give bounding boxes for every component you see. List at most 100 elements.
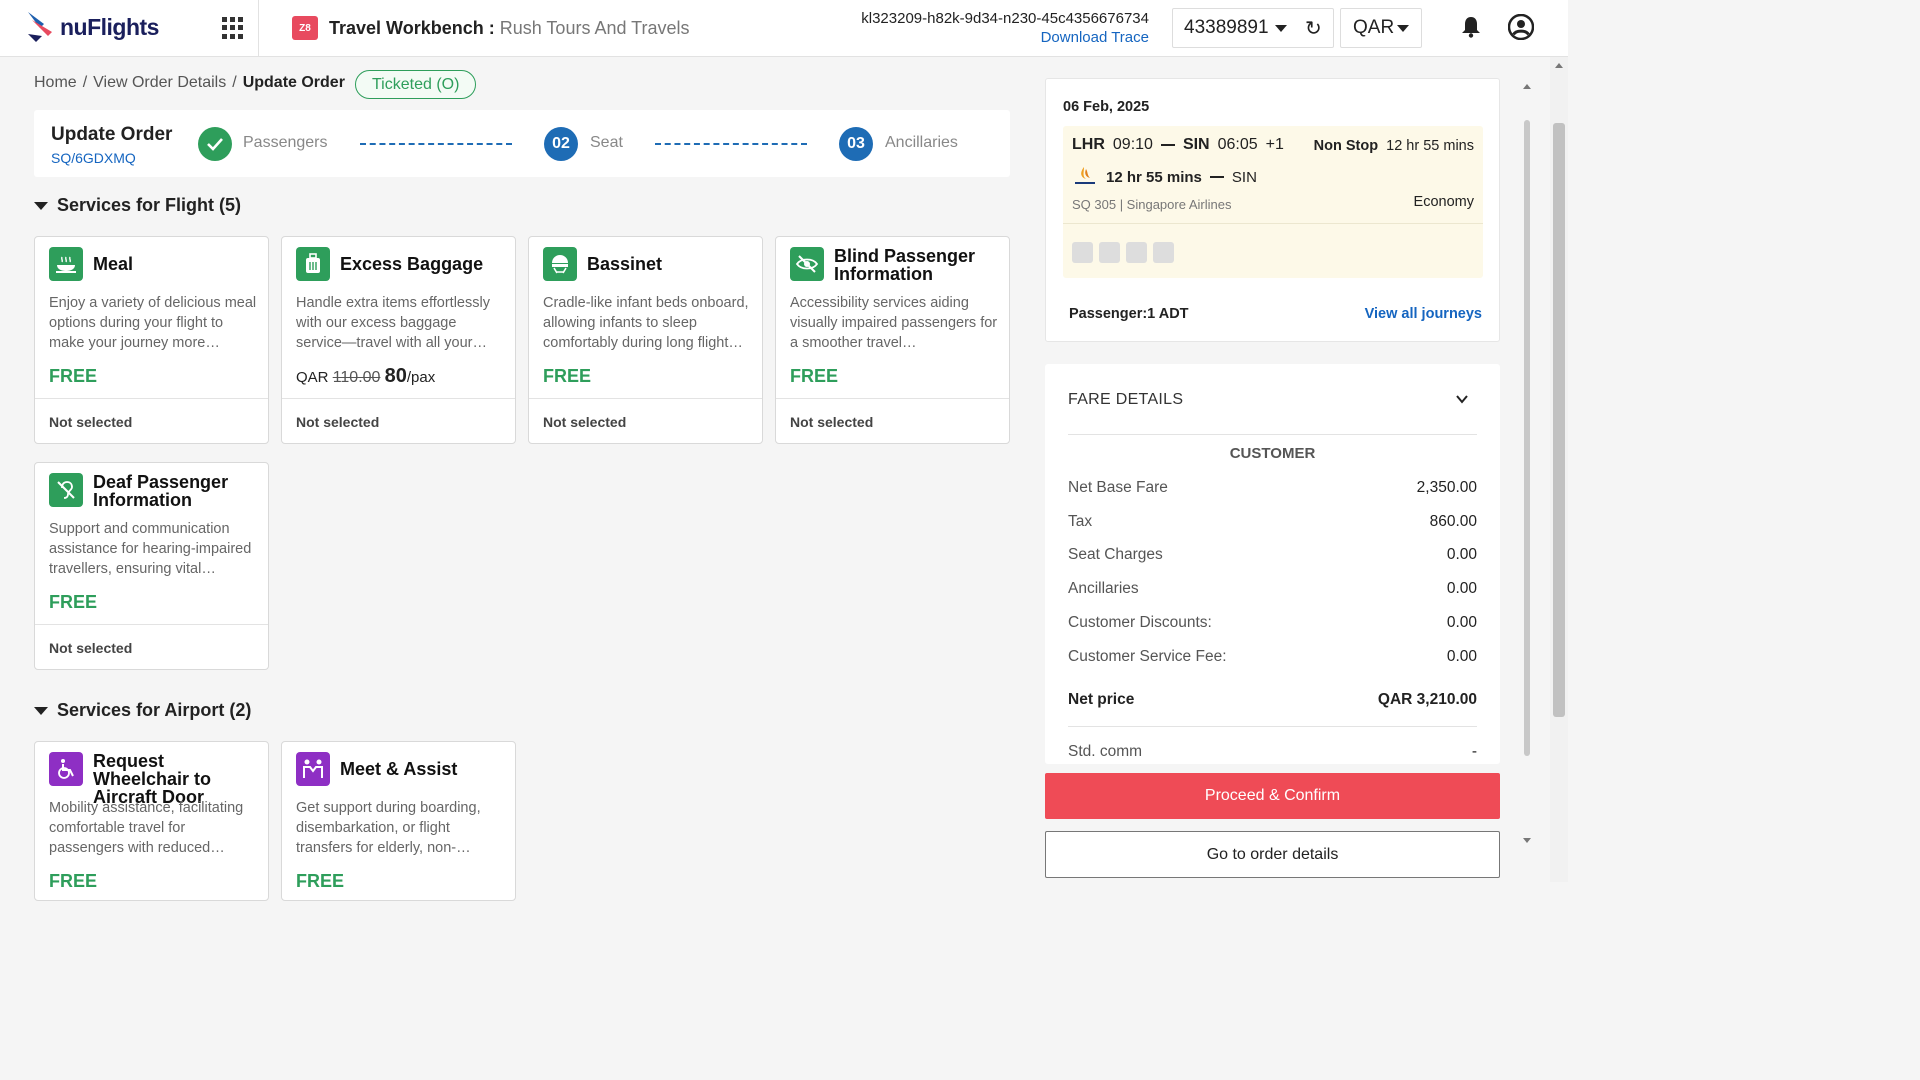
chevron-down-icon[interactable] (1455, 392, 1469, 406)
page-scrollbar[interactable] (1550, 57, 1568, 882)
cabin-class: Economy (1413, 194, 1474, 210)
fare-value: 0.00 (1446, 580, 1477, 597)
fare-row: Net Base Fare 2,350.00 (1068, 479, 1477, 497)
segment-line: 12 hr 55 mins SIN (1072, 166, 1257, 188)
amenities (1072, 242, 1174, 263)
card-title: Meet & Assist (340, 759, 458, 779)
header-divider (258, 0, 259, 57)
step-done-check-icon[interactable] (198, 127, 232, 161)
service-card-deaf-passenger[interactable]: Deaf Passenger Information Support and c… (34, 462, 269, 670)
step-ancillaries-number[interactable]: 03 (839, 127, 873, 161)
service-card-wheelchair[interactable]: Request Wheelchair to Aircraft Door Mobi… (34, 741, 269, 901)
service-card-meet-assist[interactable]: Meet & Assist Get support during boardin… (281, 741, 516, 901)
step-ancillaries[interactable]: Ancillaries (885, 134, 958, 152)
step-connector (360, 143, 512, 145)
arrival-time: 06:05 (1217, 136, 1258, 153)
fare-value: 2,350.00 (1416, 479, 1477, 496)
price-discounted: 80 (384, 365, 407, 387)
service-card-bassinet[interactable]: Bassinet Cradle-like infant beds onboard… (528, 236, 763, 444)
fare-value: 0.00 (1446, 614, 1477, 631)
price-unit: /pax (406, 369, 436, 386)
card-description: Mobility assistance, facilitating comfor… (49, 800, 244, 856)
segment-divider (1063, 223, 1483, 224)
nuflights-logo[interactable]: nuFlights (26, 10, 159, 44)
fare-divider (1068, 726, 1477, 727)
card-title: Meal (93, 254, 134, 274)
card-title: Blind Passenger Information (834, 246, 976, 284)
fare-label: Seat Charges (1068, 546, 1163, 563)
breadcrumb-sep: / (82, 74, 88, 91)
breadcrumb-current: Update Order (242, 74, 345, 91)
download-trace-link[interactable]: Download Trace (1041, 29, 1149, 46)
currency-selector[interactable]: QAR (1340, 8, 1422, 48)
account-number: 43389891 (1184, 17, 1269, 38)
flight-segment-card: LHR 09:10 SIN 06:05 +1 Non Stop 12 hr 55… (1063, 126, 1483, 278)
scroll-down-icon[interactable] (1523, 838, 1531, 843)
passenger-count: Passenger:1 ADT (1069, 306, 1189, 322)
currency-caret-icon (1397, 25, 1409, 32)
fare-divider (1068, 434, 1477, 435)
card-price: FREE (790, 366, 839, 386)
account-selector[interactable]: 43389891 ↻ (1172, 8, 1334, 48)
workbench-icon: Z8 (292, 16, 318, 40)
service-card-meal[interactable]: Meal Enjoy a variety of delicious meal o… (34, 236, 269, 444)
step-seat-number[interactable]: 02 (544, 127, 578, 161)
power-icon (1099, 242, 1120, 263)
step-passengers[interactable]: Passengers (243, 134, 328, 152)
apps-grid-icon[interactable] (222, 17, 244, 39)
section-airport-services[interactable]: Services for Airport (2) (34, 700, 251, 721)
section-flight-services[interactable]: Services for Flight (5) (34, 195, 241, 216)
user-account-icon[interactable] (1508, 14, 1534, 40)
meet-assist-icon (296, 752, 330, 786)
origin-code: LHR (1072, 136, 1105, 153)
proceed-confirm-button[interactable]: Proceed & Confirm (1045, 773, 1500, 819)
card-price: FREE (543, 366, 592, 386)
view-all-journeys-link[interactable]: View all journeys (1365, 306, 1482, 322)
wifi-icon (1072, 242, 1093, 263)
route-dash (1160, 144, 1175, 146)
workbench-label: Travel Workbench : (329, 18, 495, 38)
fare-row: Customer Discounts: 0.00 (1068, 614, 1477, 632)
std-comm-value: - (1471, 743, 1477, 760)
std-comm-row: Std. comm - (1068, 743, 1477, 761)
panel-scrollbar[interactable] (1518, 78, 1532, 850)
customer-heading: CUSTOMER (1229, 445, 1316, 462)
scroll-up-icon[interactable] (1555, 63, 1563, 68)
card-description: Enjoy a variety of delicious meal option… (49, 295, 257, 351)
breadcrumb-home[interactable]: Home (34, 74, 77, 92)
pnr-reference[interactable]: SQ/6GDXMQ (51, 150, 136, 166)
scroll-up-icon[interactable] (1523, 84, 1531, 89)
ear-off-icon (49, 473, 83, 507)
singapore-airlines-logo-icon (1075, 167, 1095, 184)
account-caret-icon[interactable] (1275, 25, 1287, 32)
fare-row: Customer Service Fee: 0.00 (1068, 648, 1477, 666)
section-flight-title: Services for Flight (5) (57, 195, 242, 215)
fare-value: 0.00 (1446, 648, 1477, 665)
go-to-order-details-button[interactable]: Go to order details (1045, 831, 1500, 878)
card-description: Support and communication assistance for… (49, 521, 252, 577)
fare-row: Seat Charges 0.00 (1068, 546, 1477, 564)
stops-label: Non Stop (1313, 138, 1379, 154)
service-card-blind-passenger[interactable]: Blind Passenger Information Accessibilit… (775, 236, 1010, 444)
refresh-icon[interactable]: ↻ (1305, 16, 1322, 41)
step-seat[interactable]: Seat (590, 134, 623, 152)
service-card-excess-baggage[interactable]: Excess Baggage Handle extra items effort… (281, 236, 516, 444)
card-selection-status: Not selected (35, 398, 268, 445)
bassinet-icon (543, 247, 577, 281)
fare-label: Net Base Fare (1068, 479, 1168, 496)
page-scroll-thumb[interactable] (1553, 123, 1565, 717)
card-price: FREE (49, 871, 98, 891)
fare-label: Ancillaries (1068, 580, 1139, 597)
card-selection-status: Not selected (282, 398, 515, 445)
bell-icon[interactable] (1461, 16, 1481, 38)
brand-name: nuFlights (60, 13, 159, 40)
breadcrumb-view-order[interactable]: View Order Details (93, 74, 226, 92)
fare-value: 0.00 (1446, 546, 1477, 563)
breadcrumb: Home / View Order Details / Update Order (34, 74, 345, 92)
net-price-value: QAR 3,210.00 (1377, 691, 1477, 708)
card-price: QAR 110.00 80/pax (296, 365, 435, 388)
collapse-triangle-icon (34, 706, 48, 715)
panel-scroll-thumb[interactable] (1524, 120, 1530, 756)
order-stepper: Update Order SQ/6GDXMQ Passengers 02 Sea… (34, 110, 1010, 177)
segment-destination: SIN (1231, 168, 1257, 186)
